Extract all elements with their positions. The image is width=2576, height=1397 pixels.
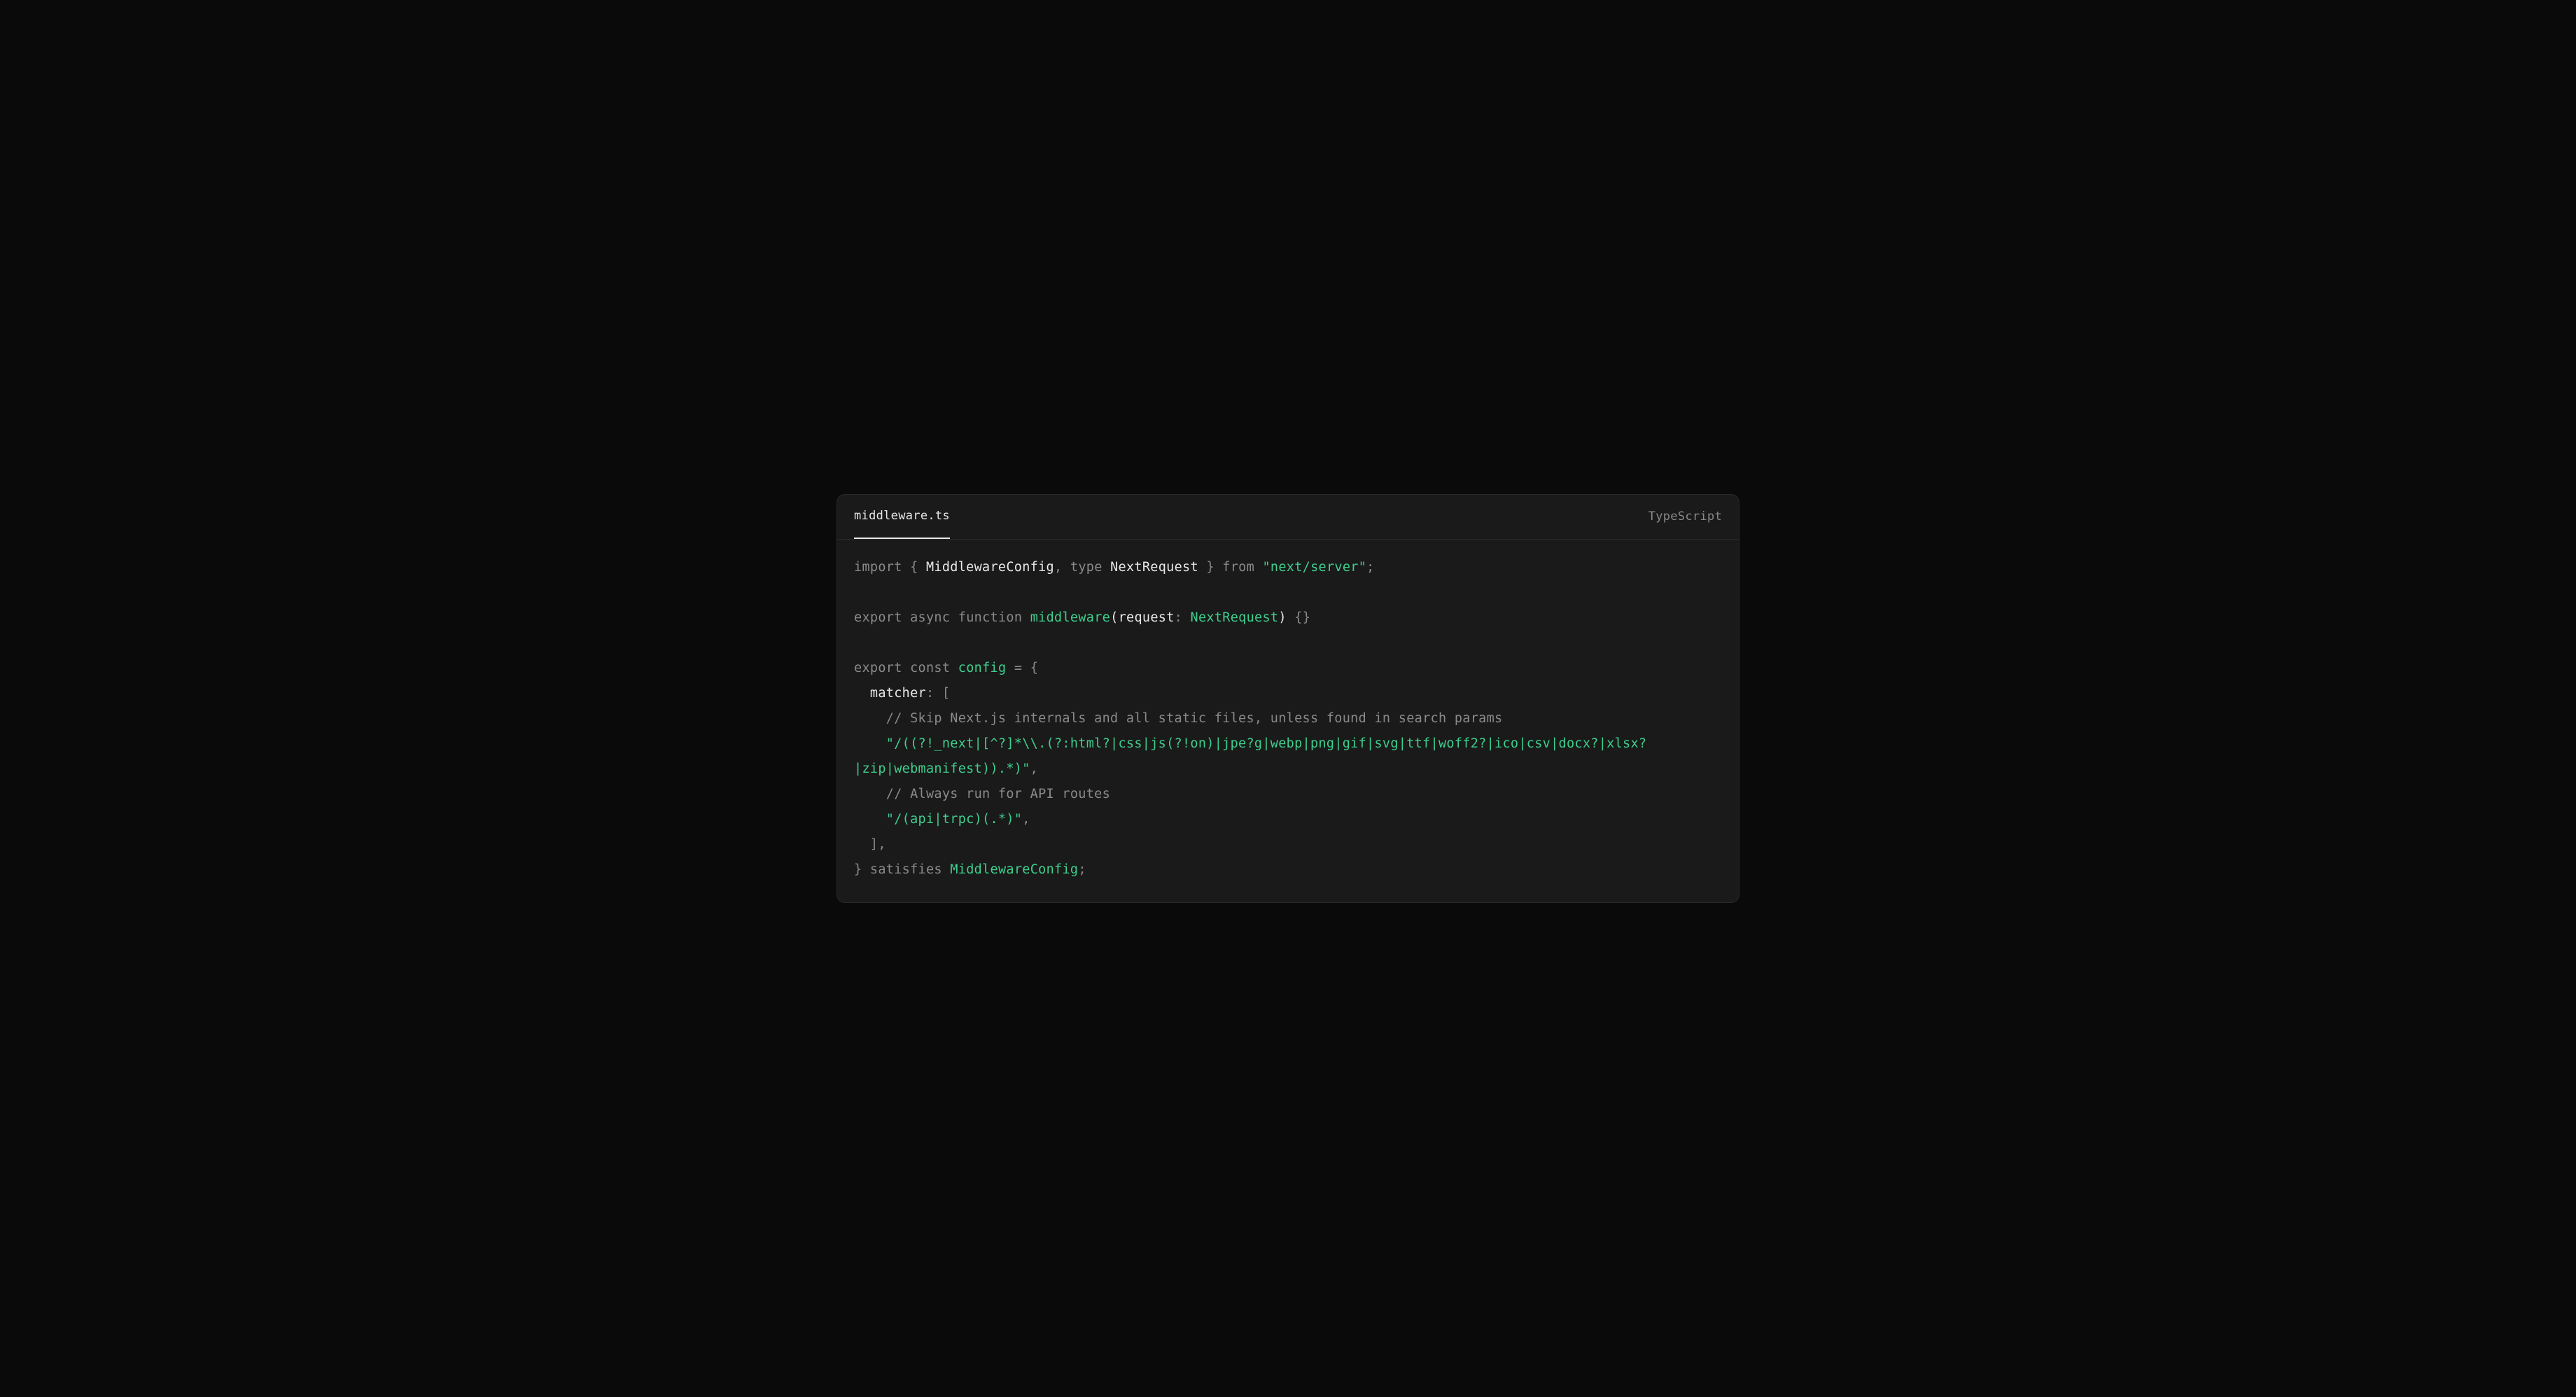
comment: // Always run for API routes — [886, 787, 1110, 801]
string-literal: "/((?!_next|[^?]*\\.(?:html?|css|js(?!on… — [854, 736, 1646, 776]
semicolon: ; — [1366, 560, 1374, 575]
type-annotation: MiddlewareConfig — [950, 862, 1078, 877]
keyword-export: export — [854, 610, 902, 625]
semicolon: ; — [1078, 862, 1086, 877]
keyword-import: import — [854, 560, 902, 575]
file-tab[interactable]: middleware.ts — [854, 494, 950, 539]
brace: { — [1030, 661, 1038, 675]
import-identifier: MiddlewareConfig — [926, 560, 1054, 575]
paren: ( — [1110, 610, 1118, 625]
bracket: ], — [870, 837, 886, 852]
keyword-async: async — [910, 610, 950, 625]
keyword-from: from — [1222, 560, 1254, 575]
property-key: matcher — [870, 686, 926, 701]
type-annotation: NextRequest — [1191, 610, 1279, 625]
space — [1254, 560, 1262, 575]
space — [950, 610, 958, 625]
string-literal: "next/server" — [1262, 560, 1366, 575]
comma: , — [1022, 812, 1030, 827]
space — [862, 862, 869, 877]
indent — [854, 812, 886, 827]
code-header: middleware.ts TypeScript — [837, 495, 1739, 540]
indent — [854, 787, 886, 801]
const-name: config — [958, 661, 1007, 675]
indent — [854, 711, 886, 726]
indent — [854, 837, 870, 852]
colon: : [ — [926, 686, 950, 701]
space — [902, 661, 910, 675]
keyword-type: type — [1070, 560, 1102, 575]
string-literal: "/(api|trpc)(.*)" — [886, 812, 1022, 827]
keyword-export: export — [854, 661, 902, 675]
import-identifier: NextRequest — [1110, 560, 1198, 575]
indent — [854, 686, 870, 701]
language-label: TypeScript — [1648, 510, 1722, 524]
space — [942, 862, 950, 877]
equals: = — [1006, 661, 1030, 675]
keyword-const: const — [910, 661, 950, 675]
paren: ) — [1278, 610, 1286, 625]
param-name: request — [1119, 610, 1175, 625]
code-block: middleware.ts TypeScript import { Middle… — [836, 494, 1740, 904]
indent — [854, 736, 886, 751]
colon: : — [1175, 610, 1191, 625]
brace: } — [854, 862, 862, 877]
function-name: middleware — [1030, 610, 1110, 625]
space — [1102, 560, 1110, 575]
comma: , — [1030, 761, 1038, 776]
keyword-satisfies: satisfies — [870, 862, 942, 877]
comma: , — [1054, 560, 1070, 575]
space — [902, 610, 910, 625]
braces: {} — [1287, 610, 1310, 625]
brace: } — [1198, 560, 1222, 575]
space — [950, 661, 958, 675]
code-content[interactable]: import { MiddlewareConfig, type NextRequ… — [837, 540, 1739, 903]
brace: { — [902, 560, 926, 575]
keyword-function: function — [958, 610, 1023, 625]
space — [1022, 610, 1030, 625]
comment: // Skip Next.js internals and all static… — [886, 711, 1503, 726]
